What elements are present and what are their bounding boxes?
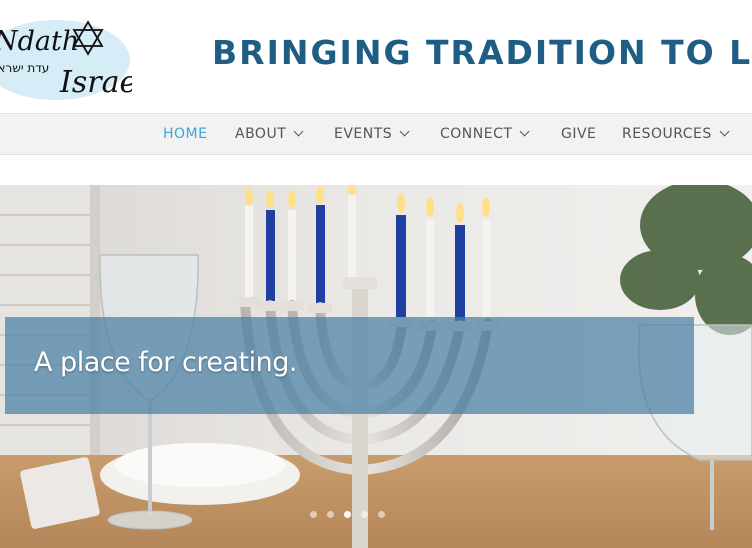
- chevron-down-icon: [719, 126, 730, 137]
- slider-dot[interactable]: [310, 511, 317, 518]
- nav-item-connect[interactable]: CONNECT: [440, 114, 530, 154]
- slide-caption-band: A place for creating.: [5, 317, 694, 414]
- slider-pagination: [310, 505, 395, 518]
- slider-dot[interactable]: [361, 511, 368, 518]
- logo-hebrew-text: עדת ישראל: [0, 61, 49, 75]
- nav-item-label: GIVE: [561, 126, 597, 142]
- nav-item-label: EVENTS: [334, 126, 393, 142]
- nav-item-give[interactable]: GIVE: [561, 114, 596, 154]
- nav-item-label: CONNECT: [440, 126, 513, 142]
- site-tagline: BRINGING TRADITION TO LIFE: [212, 33, 752, 72]
- hero-slider[interactable]: A place for creating.: [0, 185, 752, 548]
- slider-dot[interactable]: [327, 511, 334, 518]
- nav-item-label: ABOUT: [235, 126, 287, 142]
- nav-item-label: HOME: [163, 126, 208, 142]
- nav-item-label: RESOURCES: [622, 126, 712, 142]
- nav-item-events[interactable]: EVENTS: [334, 114, 410, 154]
- site-logo[interactable]: Ndath Israel עדת ישראל: [0, 8, 132, 104]
- spacer: [0, 155, 752, 185]
- slider-dot-active[interactable]: [344, 511, 351, 518]
- nav-item-home[interactable]: HOME: [163, 114, 207, 154]
- slide-caption: A place for creating.: [34, 347, 297, 378]
- nav-item-about[interactable]: ABOUT: [235, 114, 304, 154]
- chevron-down-icon: [293, 126, 304, 137]
- main-nav: HOME ABOUT EVENTS CONNECT GIVE RESOURCES: [0, 113, 752, 155]
- chevron-down-icon: [399, 126, 410, 137]
- nav-item-resources[interactable]: RESOURCES: [622, 114, 730, 154]
- logo-wordmark-top: Ndath: [0, 26, 79, 57]
- site-header: Ndath Israel עדת ישראל BRINGING TRADITIO…: [0, 0, 752, 113]
- chevron-down-icon: [519, 126, 530, 137]
- logo-wordmark-bottom: Israel: [59, 65, 132, 100]
- slider-dot[interactable]: [378, 511, 385, 518]
